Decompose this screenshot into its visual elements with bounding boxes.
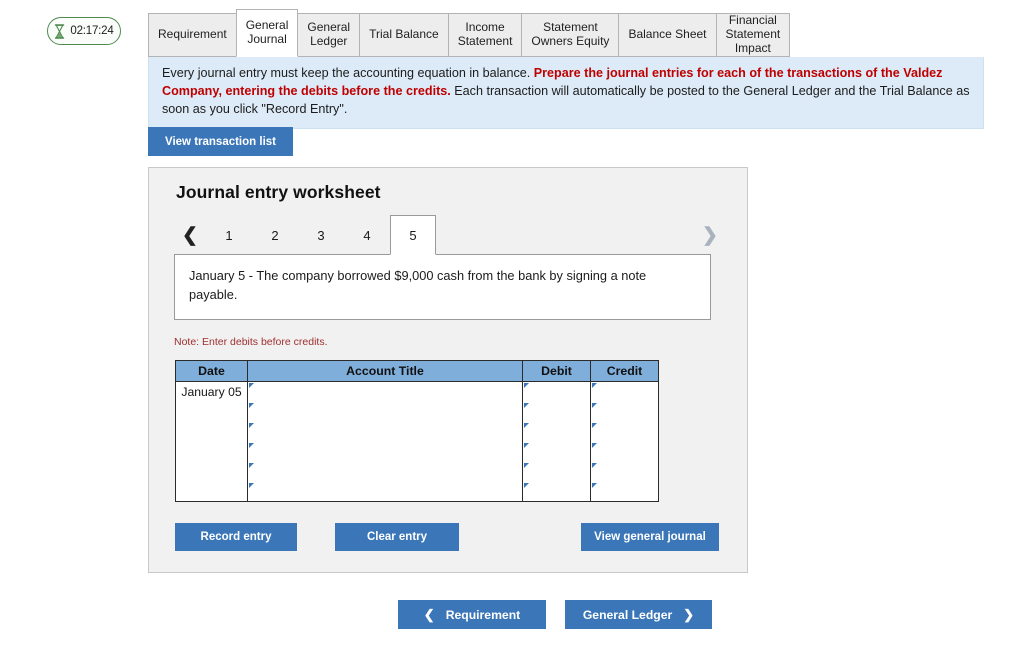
tab-balance-sheet[interactable]: Balance Sheet bbox=[618, 13, 717, 57]
app-root: 02:17:24 Requirement General Journal Gen… bbox=[0, 0, 1011, 671]
cell-date-1: January 05 bbox=[175, 381, 248, 402]
cell-credit-6[interactable] bbox=[590, 481, 659, 502]
table-row bbox=[175, 481, 659, 502]
tab-requirement[interactable]: Requirement bbox=[148, 13, 237, 57]
banner-text-part1: Every journal entry must keep the accoun… bbox=[162, 66, 534, 80]
credit-input-5[interactable] bbox=[591, 463, 658, 480]
pager-page-2[interactable]: 2 bbox=[252, 215, 298, 255]
table-header-row: Date Account Title Debit Credit bbox=[175, 360, 659, 382]
chevron-right-icon: ❯ bbox=[683, 607, 695, 622]
main-tab-strip: Requirement General Journal General Ledg… bbox=[148, 9, 791, 57]
cell-date-6 bbox=[175, 481, 248, 502]
pager-page-list: 1 2 3 4 5 bbox=[206, 215, 436, 255]
cell-credit-1[interactable] bbox=[590, 381, 659, 402]
pager-page-3[interactable]: 3 bbox=[298, 215, 344, 255]
chevron-left-icon: ❮ bbox=[423, 607, 435, 622]
debit-input-2[interactable] bbox=[523, 403, 590, 420]
tab-general-ledger[interactable]: General Ledger bbox=[297, 13, 361, 57]
column-header-account-title: Account Title bbox=[247, 360, 523, 382]
debit-input-4[interactable] bbox=[523, 443, 590, 460]
tab-general-journal[interactable]: General Journal bbox=[235, 9, 299, 57]
table-row bbox=[175, 421, 659, 442]
cell-date-3 bbox=[175, 421, 248, 442]
tab-trial-balance[interactable]: Trial Balance bbox=[359, 13, 449, 57]
instruction-banner: Every journal entry must keep the accoun… bbox=[148, 57, 984, 129]
tab-financial-statement-impact[interactable]: Financial Statement Impact bbox=[715, 13, 791, 57]
debit-input-6[interactable] bbox=[523, 483, 590, 500]
pager-page-5[interactable]: 5 bbox=[390, 215, 436, 255]
footer-general-ledger-button[interactable]: General Ledger ❯ bbox=[565, 600, 712, 629]
cell-credit-5[interactable] bbox=[590, 461, 659, 482]
clear-entry-button[interactable]: Clear entry bbox=[335, 523, 459, 551]
cell-credit-4[interactable] bbox=[590, 441, 659, 462]
account-title-input-6[interactable] bbox=[248, 483, 522, 500]
cell-date-5 bbox=[175, 461, 248, 482]
cell-debit-4[interactable] bbox=[522, 441, 591, 462]
cell-debit-2[interactable] bbox=[522, 401, 591, 422]
view-transaction-list-button[interactable]: View transaction list bbox=[148, 127, 293, 156]
debits-before-credits-note: Note: Enter debits before credits. bbox=[174, 336, 328, 348]
account-title-input-3[interactable] bbox=[248, 423, 522, 440]
worksheet-pager: ❮ 1 2 3 4 5 ❯ bbox=[174, 215, 726, 255]
chevron-left-icon[interactable]: ❮ bbox=[174, 215, 206, 255]
table-row bbox=[175, 401, 659, 422]
cell-date-4 bbox=[175, 441, 248, 462]
footer-requirement-button[interactable]: ❮ Requirement bbox=[398, 600, 546, 629]
account-title-input-1[interactable] bbox=[248, 383, 522, 400]
pager-page-4[interactable]: 4 bbox=[344, 215, 390, 255]
hourglass-icon bbox=[54, 23, 65, 39]
cell-debit-6[interactable] bbox=[522, 481, 591, 502]
table-row bbox=[175, 441, 659, 462]
footer-general-ledger-label: General Ledger bbox=[582, 607, 673, 622]
cell-credit-2[interactable] bbox=[590, 401, 659, 422]
cell-debit-5[interactable] bbox=[522, 461, 591, 482]
debit-input-3[interactable] bbox=[523, 423, 590, 440]
account-title-input-4[interactable] bbox=[248, 443, 522, 460]
tab-income-statement[interactable]: Income Statement bbox=[447, 13, 523, 57]
column-header-debit: Debit bbox=[522, 360, 591, 382]
cell-credit-3[interactable] bbox=[590, 421, 659, 442]
journal-entry-worksheet-panel: Journal entry worksheet ❮ 1 2 3 4 5 ❯ Ja… bbox=[148, 167, 748, 573]
cell-account-title-3[interactable] bbox=[247, 421, 523, 442]
cell-account-title-4[interactable] bbox=[247, 441, 523, 462]
column-header-credit: Credit bbox=[590, 360, 659, 382]
credit-input-2[interactable] bbox=[591, 403, 658, 420]
account-title-input-5[interactable] bbox=[248, 463, 522, 480]
footer-requirement-label: Requirement bbox=[445, 607, 521, 622]
view-general-journal-button[interactable]: View general journal bbox=[581, 523, 719, 551]
journal-entry-table: Date Account Title Debit Credit January … bbox=[175, 360, 659, 502]
credit-input-6[interactable] bbox=[591, 483, 658, 500]
credit-input-3[interactable] bbox=[591, 423, 658, 440]
table-row bbox=[175, 461, 659, 482]
credit-input-4[interactable] bbox=[591, 443, 658, 460]
exam-timer-badge: 02:17:24 bbox=[47, 17, 121, 45]
pager-page-1[interactable]: 1 bbox=[206, 215, 252, 255]
account-title-input-2[interactable] bbox=[248, 403, 522, 420]
timer-value: 02:17:24 bbox=[70, 25, 114, 37]
transaction-description: January 5 - The company borrowed $9,000 … bbox=[174, 254, 711, 320]
table-row: January 05 bbox=[175, 381, 659, 402]
column-header-date: Date bbox=[175, 360, 248, 382]
record-entry-button[interactable]: Record entry bbox=[175, 523, 297, 551]
tab-statement-owners-equity[interactable]: Statement Owners Equity bbox=[521, 13, 620, 57]
cell-date-2 bbox=[175, 401, 248, 422]
credit-input-1[interactable] bbox=[591, 383, 658, 400]
cell-debit-3[interactable] bbox=[522, 421, 591, 442]
worksheet-title: Journal entry worksheet bbox=[176, 182, 381, 202]
cell-account-title-2[interactable] bbox=[247, 401, 523, 422]
cell-debit-1[interactable] bbox=[522, 381, 591, 402]
cell-account-title-5[interactable] bbox=[247, 461, 523, 482]
debit-input-5[interactable] bbox=[523, 463, 590, 480]
cell-account-title-1[interactable] bbox=[247, 381, 523, 402]
debit-input-1[interactable] bbox=[523, 383, 590, 400]
chevron-right-icon[interactable]: ❯ bbox=[694, 215, 726, 255]
cell-account-title-6[interactable] bbox=[247, 481, 523, 502]
